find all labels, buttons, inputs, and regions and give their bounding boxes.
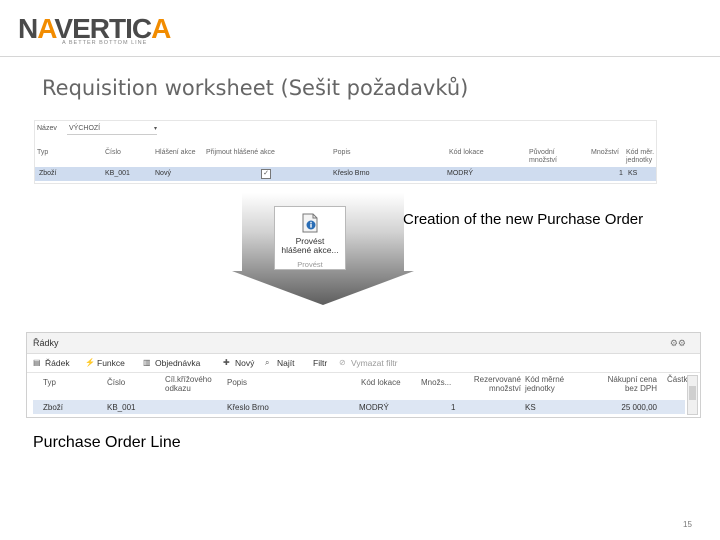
cell-cena: 25 000,00 bbox=[621, 403, 657, 412]
cell-popis: Křeslo Brno bbox=[227, 403, 269, 412]
cell-typ: Zboží bbox=[39, 170, 57, 177]
cell-mnozstvi: 1 bbox=[451, 403, 456, 412]
cell-lokace: MODRÝ bbox=[447, 170, 474, 177]
cell-cislo: KB_001 bbox=[105, 170, 130, 177]
col-cislo[interactable]: Číslo bbox=[105, 149, 121, 157]
col-kod-lokace[interactable]: Kód lokace bbox=[361, 378, 401, 387]
purchase-order-lines: Řádky ⚙⚙ ▤ Řádek ⚡ Funkce ▥ Objednávka ✚… bbox=[26, 332, 701, 418]
chevron-down-icon[interactable]: ▾ bbox=[154, 125, 157, 132]
col-nakupni-cena[interactable]: Nákupní cena bez DPH bbox=[597, 375, 657, 393]
col-typ[interactable]: Typ bbox=[43, 378, 56, 387]
navertica-logo: NAVERTICA A BETTER BOTTOM LINE bbox=[18, 14, 171, 48]
header-divider bbox=[0, 56, 720, 57]
col-cislo[interactable]: Číslo bbox=[107, 378, 125, 387]
run-button-label: Provést hlášené akce... bbox=[281, 236, 339, 255]
toolbar-vymazat-filtr[interactable]: Vymazat filtr bbox=[351, 358, 397, 368]
toolbar-najit[interactable]: Najít bbox=[277, 358, 294, 368]
document-run-icon bbox=[302, 213, 318, 233]
col-puvodni-mnozstvi[interactable]: Původní množství bbox=[529, 149, 569, 165]
col-mnozstvi[interactable]: Množs... bbox=[421, 378, 451, 387]
col-popis[interactable]: Popis bbox=[227, 378, 247, 387]
settings-icon[interactable]: ⚙⚙ bbox=[670, 338, 686, 349]
toolbar-filtr[interactable]: Filtr bbox=[313, 358, 327, 368]
lines-title: Řádky bbox=[33, 338, 59, 348]
cell-typ: Zboží bbox=[43, 403, 64, 412]
cell-akce: Nový bbox=[155, 170, 171, 177]
vertical-scrollbar[interactable] bbox=[687, 375, 698, 415]
cell-mnozstvi: 1 bbox=[619, 170, 623, 177]
cell-popis: Křeslo Brno bbox=[333, 170, 370, 177]
col-kod-merne-jednotky[interactable]: Kód měrné jednotky bbox=[525, 375, 573, 393]
worksheet-row[interactable]: Zboží KB_001 Nový ✓ Křeslo Brno MODRÝ 1 … bbox=[35, 167, 656, 181]
purchase-line-caption: Purchase Order Line bbox=[33, 434, 181, 451]
clear-filter-icon: ⊘ bbox=[339, 358, 346, 367]
worksheet-name-value: VÝCHOZÍ bbox=[69, 125, 101, 132]
accept-checkbox[interactable]: ✓ bbox=[261, 169, 271, 179]
col-castka[interactable]: Částk bbox=[667, 375, 687, 384]
creation-caption: Creation of the new Purchase Order bbox=[403, 211, 644, 228]
cell-jednotka: KS bbox=[525, 403, 536, 412]
scrollbar-thumb[interactable] bbox=[689, 386, 696, 400]
toolbar-objednavka[interactable]: Objednávka bbox=[155, 358, 200, 368]
toolbar-novy[interactable]: Nový bbox=[235, 358, 254, 368]
ribbon-group-label: Provést bbox=[297, 260, 323, 269]
col-rezervovane[interactable]: Rezervované množství bbox=[469, 375, 521, 393]
lines-title-bar: Řádky ⚙⚙ bbox=[27, 333, 700, 354]
col-kod-mer-jednotky[interactable]: Kód měr. jednotky bbox=[626, 149, 656, 165]
col-mnozstvi[interactable]: Množství bbox=[591, 149, 619, 157]
cell-lokace: MODRÝ bbox=[359, 403, 389, 412]
lines-toolbar: ▤ Řádek ⚡ Funkce ▥ Objednávka ✚ Nový ⌕ N… bbox=[27, 354, 700, 373]
find-icon: ⌕ bbox=[265, 358, 270, 367]
page-number: 15 bbox=[683, 520, 692, 529]
toolbar-funkce[interactable]: Funkce bbox=[97, 358, 125, 368]
line-icon: ▤ bbox=[33, 358, 41, 367]
col-prijmout[interactable]: Přijmout hlášené akce bbox=[206, 149, 275, 157]
worksheet-name-label: Název bbox=[37, 125, 57, 132]
run-reported-actions-button[interactable]: Provést hlášené akce... Provést bbox=[274, 206, 346, 270]
order-icon: ▥ bbox=[143, 358, 151, 367]
worksheet-name-select[interactable]: VÝCHOZÍ ▾ bbox=[67, 124, 157, 135]
new-icon: ✚ bbox=[223, 358, 230, 367]
col-cross-ref[interactable]: Cíl.křížového odkazu bbox=[165, 375, 215, 393]
toolbar-radek[interactable]: Řádek bbox=[45, 358, 70, 368]
slide-title: Requisition worksheet (Sešit požadavků) bbox=[42, 76, 469, 100]
col-popis[interactable]: Popis bbox=[333, 149, 351, 157]
logo-tagline: A BETTER BOTTOM LINE bbox=[62, 40, 148, 46]
col-typ[interactable]: Typ bbox=[37, 149, 48, 157]
requisition-worksheet: Název VÝCHOZÍ ▾ Typ Číslo Hlášení akce P… bbox=[34, 120, 657, 184]
functions-icon: ⚡ bbox=[85, 358, 95, 367]
col-kod-lokace[interactable]: Kód lokace bbox=[449, 149, 484, 157]
cell-jednotka: KS bbox=[628, 170, 638, 177]
purchase-line-row[interactable]: Zboží KB_001 Křeslo Brno MODRÝ 1 KS 25 0… bbox=[33, 400, 685, 414]
col-hlaseni-akce[interactable]: Hlášení akce bbox=[155, 149, 195, 157]
cell-cislo: KB_001 bbox=[107, 403, 136, 412]
